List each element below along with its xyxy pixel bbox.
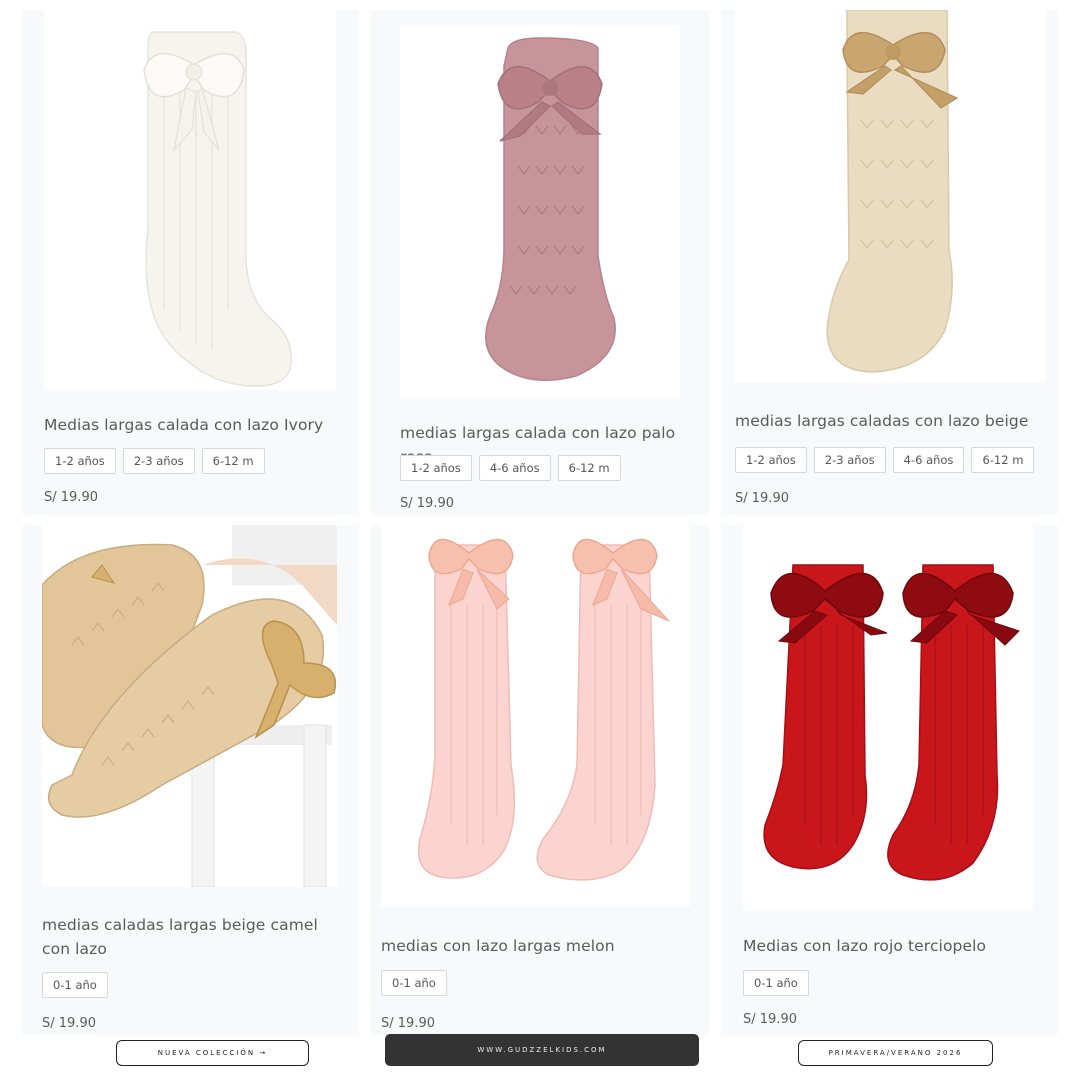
product-price: S/ 19.90 [42,1016,96,1031]
size-option[interactable]: 6-12 m [201,448,265,474]
size-option[interactable]: 6-12 m [557,455,621,481]
sock-photo-1 [143,31,292,387]
product-card-2[interactable]: medias largas calada con lazo palo rosa … [371,10,709,515]
product-title[interactable]: Medias largas calada con lazo Ivory [44,413,344,437]
new-collection-button[interactable]: NUEVA COLECCIÓN → [116,1040,309,1066]
size-option[interactable]: 2-3 años [813,447,886,473]
size-options: 0-1 año [743,970,809,996]
sock-photo-4 [42,525,337,887]
product-price: S/ 19.90 [400,496,454,511]
product-image-2[interactable] [400,26,680,398]
product-card-4[interactable]: medias caladas largas beige camel con la… [22,525,359,1035]
size-option[interactable]: 4-6 años [478,455,551,481]
product-image-4[interactable] [42,525,337,887]
size-option[interactable]: 6-12 m [971,447,1035,473]
size-options: 1-2 años 2-3 años 6-12 m [44,448,265,474]
product-card-1[interactable]: Medias largas calada con lazo Ivory 1-2 … [22,10,359,515]
size-option[interactable]: 0-1 año [743,970,809,996]
product-title[interactable]: medias largas caladas con lazo beige [735,409,1045,433]
size-option[interactable]: 1-2 años [400,455,472,481]
product-price: S/ 19.90 [44,490,98,505]
product-image-6[interactable] [743,525,1033,910]
product-title[interactable]: medias caladas largas beige camel con la… [42,913,342,961]
size-option[interactable]: 0-1 año [42,972,108,998]
size-option[interactable]: 1-2 años [735,447,807,473]
product-card-3[interactable]: medias largas caladas con lazo beige 1-2… [721,10,1058,515]
product-image-3[interactable] [735,10,1046,383]
product-image-5[interactable] [381,525,690,907]
size-options: 0-1 año [42,972,108,998]
size-options: 1-2 años 2-3 años 4-6 años 6-12 m [735,447,1035,473]
size-option[interactable]: 4-6 años [892,447,965,473]
product-image-1[interactable] [44,10,336,390]
size-option[interactable]: 0-1 año [381,970,447,996]
sock-photo-3 [826,10,959,373]
product-title[interactable]: medias con lazo largas melon [381,934,681,958]
product-card-6[interactable]: Medias con lazo rojo terciopelo 0-1 año … [721,525,1058,1035]
product-title[interactable]: Medias con lazo rojo terciopelo [743,934,1043,958]
product-price: S/ 19.90 [735,491,789,506]
website-link[interactable]: WWW.GUDZZELKIDS.COM [385,1034,699,1066]
sock-photo-6 [763,564,1020,881]
product-price: S/ 19.90 [381,1016,435,1031]
season-badge[interactable]: PRIMAVERA/VERANO 2026 [798,1040,993,1066]
sock-photo-5 [417,538,670,881]
size-option[interactable]: 1-2 años [44,448,116,474]
size-options: 1-2 años 4-6 años 6-12 m [400,455,621,481]
product-card-5[interactable]: medias con lazo largas melon 0-1 año S/ … [371,525,709,1035]
size-options: 0-1 año [381,970,447,996]
size-option[interactable]: 2-3 años [122,448,195,474]
sock-photo-2 [485,37,616,381]
product-price: S/ 19.90 [743,1012,797,1027]
